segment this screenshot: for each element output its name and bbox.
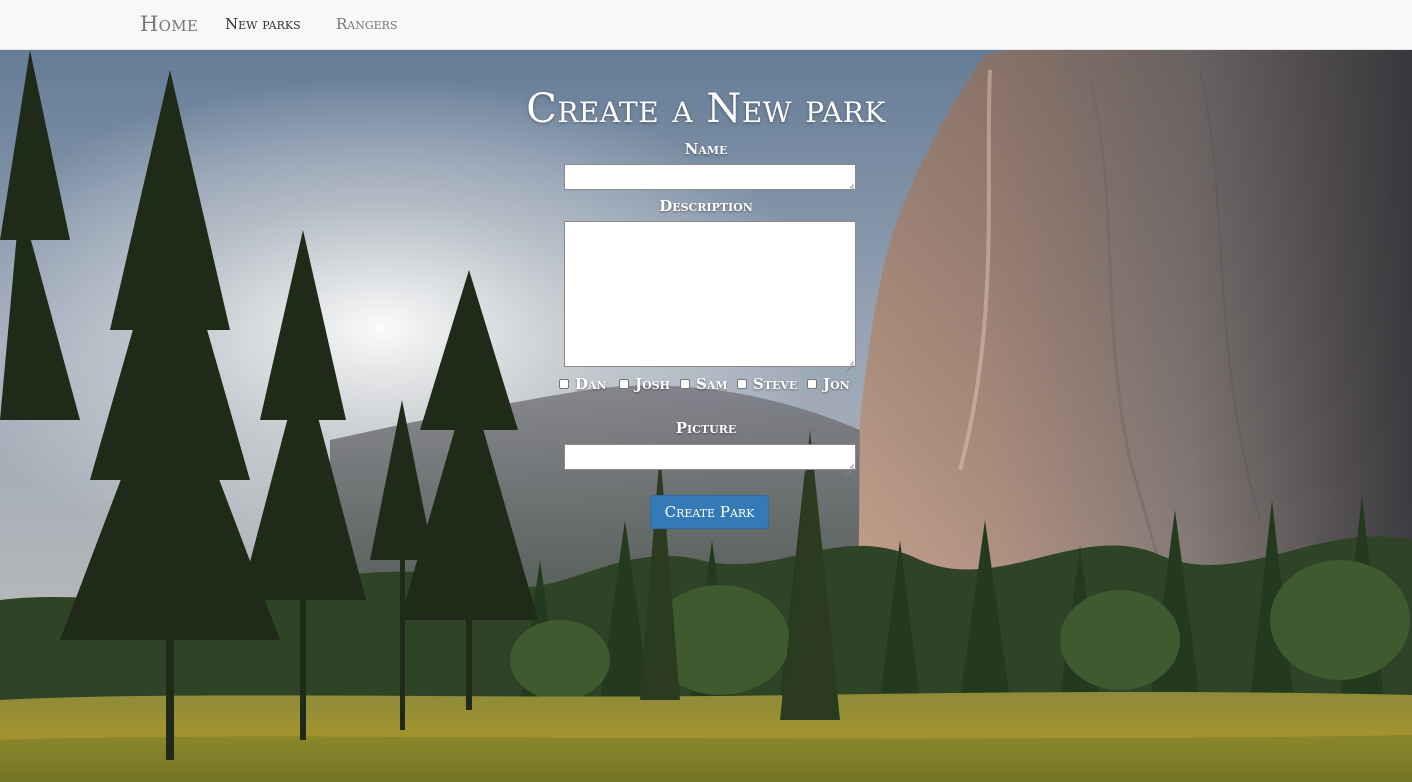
ranger-checkbox[interactable] (619, 379, 629, 389)
ranger-option-sam[interactable]: Sam (680, 374, 728, 394)
nav-home-link[interactable]: Home (140, 12, 198, 36)
nav-rangers-link[interactable]: Rangers (336, 15, 398, 33)
name-label: Name (684, 140, 728, 158)
ranger-option-dan[interactable]: Dan (559, 374, 607, 394)
rangers-checkbox-group: Dan Josh Sam Steve Jon (0, 374, 1412, 394)
ranger-label: Josh (635, 375, 671, 393)
ranger-label: Steve (753, 375, 798, 393)
ranger-checkbox[interactable] (680, 379, 690, 389)
ranger-checkbox[interactable] (559, 379, 569, 389)
ranger-option-jon[interactable]: Jon (807, 374, 850, 394)
ranger-option-josh[interactable]: Josh (619, 374, 670, 394)
ranger-label: Dan (575, 375, 607, 393)
description-field[interactable] (564, 221, 856, 367)
name-field[interactable] (564, 164, 856, 190)
top-navbar: Home New parks Rangers (0, 0, 1412, 50)
page-title: Create a New park (526, 86, 886, 132)
picture-field[interactable] (564, 444, 856, 470)
ranger-label: Sam (696, 375, 728, 393)
ranger-option-steve[interactable]: Steve (737, 374, 797, 394)
ranger-checkbox[interactable] (737, 379, 747, 389)
ranger-label: Jon (823, 375, 850, 393)
nav-new-parks-link[interactable]: New parks (225, 15, 301, 33)
picture-label: Picture (675, 419, 737, 437)
description-label: Description (659, 197, 753, 215)
ranger-checkbox[interactable] (807, 379, 817, 389)
create-park-button[interactable]: Create Park (650, 495, 769, 529)
